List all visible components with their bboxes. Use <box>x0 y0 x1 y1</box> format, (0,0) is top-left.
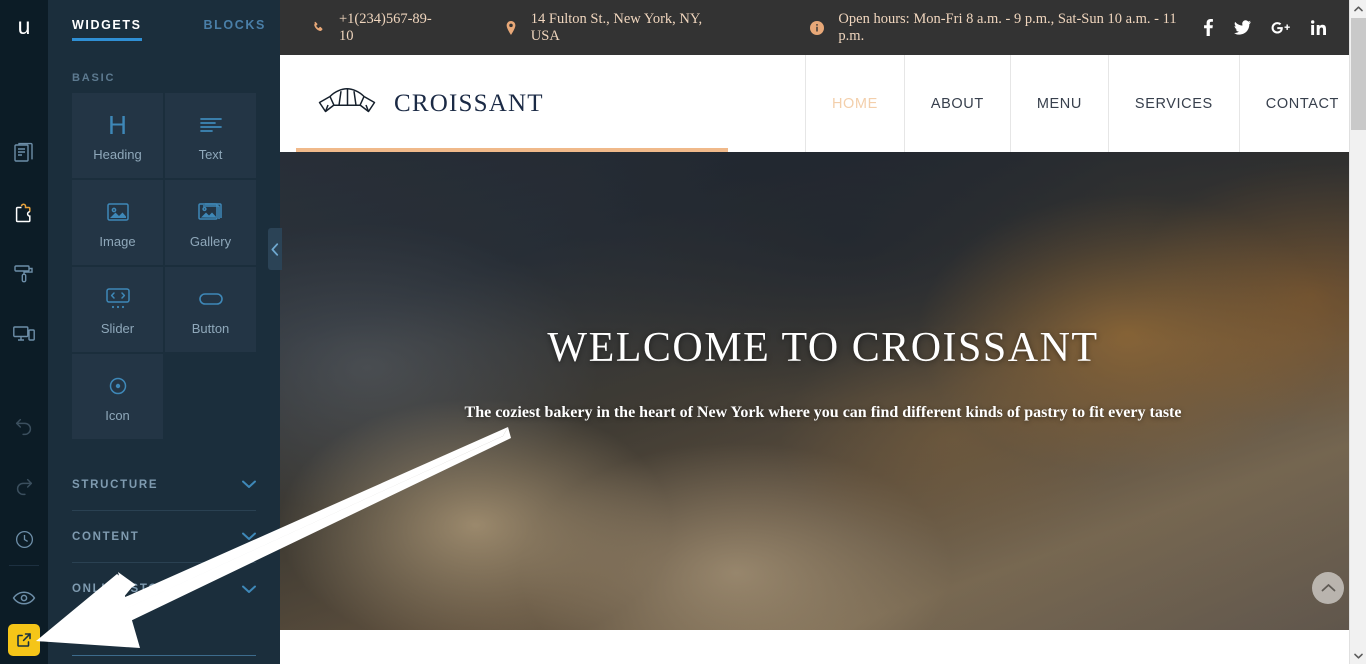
widgets-panel: WIDGETS BLOCKS BASIC H Heading Text Imag… <box>48 0 280 664</box>
topbar-address[interactable]: 14 Fulton St., New York, NY, USA <box>505 11 733 45</box>
facebook-icon[interactable] <box>1203 19 1214 36</box>
rail-divider <box>9 565 39 566</box>
tab-widgets[interactable]: WIDGETS <box>72 0 142 41</box>
widget-text[interactable]: Text <box>165 93 256 178</box>
widget-icon[interactable]: Icon <box>72 354 163 439</box>
hero-content: WELCOME TO CROISSANT The coziest bakery … <box>280 152 1366 630</box>
preview-icon[interactable] <box>0 572 48 624</box>
chevron-down-icon <box>242 480 256 489</box>
topbar-phone[interactable]: +1(234)567-89-10 <box>312 11 445 45</box>
widget-heading[interactable]: H Heading <box>72 93 163 178</box>
hero-subtitle: The coziest bakery in the heart of New Y… <box>464 404 1182 421</box>
nav-item-menu[interactable]: MENU <box>1009 55 1108 152</box>
devices-icon[interactable] <box>0 304 48 364</box>
heading-icon: H <box>108 110 127 140</box>
widget-label: Text <box>198 147 223 162</box>
left-icon-rail: u <box>0 0 48 664</box>
gallery-icon <box>197 196 225 228</box>
accordion-label: CONTENT <box>72 530 140 543</box>
tab-blocks[interactable]: BLOCKS <box>204 0 266 32</box>
nav-item-contact[interactable]: CONTACT <box>1238 55 1366 152</box>
accordion-label: STRUCTURE <box>72 478 159 491</box>
page-scrollbar[interactable] <box>1349 0 1366 664</box>
widget-gallery[interactable]: Gallery <box>165 180 256 265</box>
info-icon <box>810 20 825 35</box>
chevron-down-icon <box>242 585 256 594</box>
accordion-label: ONLINE STORE <box>72 583 179 595</box>
panel-tab-bar: WIDGETS BLOCKS <box>48 0 280 46</box>
site-nav: HOME ABOUT MENU SERVICES CONTACT <box>804 55 1366 152</box>
slider-icon <box>103 283 133 315</box>
site-header: CROISSANT HOME ABOUT MENU SERVICES CONTA… <box>280 55 1366 152</box>
hero-title: WELCOME TO CROISSANT <box>547 325 1099 371</box>
widget-label: Icon <box>105 408 130 423</box>
nav-item-about[interactable]: ABOUT <box>903 55 1010 152</box>
widget-button[interactable]: Button <box>165 267 256 352</box>
scroll-up-arrow-icon[interactable] <box>1350 0 1366 17</box>
linkedin-icon[interactable] <box>1311 20 1326 35</box>
accordion-structure[interactable]: STRUCTURE <box>72 459 256 511</box>
hero-section: WELCOME TO CROISSANT The coziest bakery … <box>280 152 1366 630</box>
chevron-down-icon <box>242 532 256 541</box>
panel-accordion: STRUCTURE CONTENT ONLINE STORE Search EX… <box>48 459 280 664</box>
nav-item-services[interactable]: SERVICES <box>1107 55 1239 152</box>
phone-icon <box>312 21 325 34</box>
widget-label: Button <box>191 321 230 336</box>
scroll-to-top-button[interactable] <box>1312 572 1344 604</box>
publish-button[interactable] <box>8 624 40 656</box>
widget-image[interactable]: Image <box>72 180 163 265</box>
widgets-icon[interactable] <box>0 184 48 244</box>
widget-label: Image <box>99 234 136 249</box>
widget-grid: H Heading Text Image Gallery Slider Butt… <box>48 93 280 439</box>
icon-icon <box>106 370 130 402</box>
croissant-logo-icon <box>316 86 378 122</box>
twitter-icon[interactable] <box>1234 20 1251 35</box>
panel-collapse-handle[interactable] <box>268 228 282 270</box>
app-root: u WIDGETS BLOCKS BASIC H Heading Text Im… <box>0 0 1366 664</box>
accordion-content[interactable]: CONTENT <box>72 511 256 563</box>
brand-name: CROISSANT <box>394 89 544 117</box>
undo-icon[interactable] <box>0 397 48 457</box>
button-icon <box>196 283 226 315</box>
topbar-social-links <box>1203 19 1326 36</box>
site-canvas: +1(234)567-89-10 14 Fulton St., New York… <box>280 0 1366 664</box>
widget-label: Gallery <box>189 234 232 249</box>
text-icon <box>198 109 224 141</box>
pages-icon[interactable] <box>0 124 48 184</box>
nav-item-home[interactable]: HOME <box>804 55 904 152</box>
widget-slider[interactable]: Slider <box>72 267 163 352</box>
brand[interactable]: CROISSANT <box>280 86 544 122</box>
design-icon[interactable] <box>0 244 48 304</box>
widget-label: Slider <box>100 321 135 336</box>
location-pin-icon <box>505 20 517 35</box>
accordion-external[interactable]: EXTERNAL <box>72 655 256 664</box>
online-store-search-item[interactable]: Search <box>72 615 256 655</box>
accordion-online-store[interactable]: ONLINE STORE <box>72 563 256 615</box>
scroll-down-arrow-icon[interactable] <box>1350 647 1366 664</box>
google-plus-icon[interactable] <box>1271 21 1291 35</box>
redo-icon[interactable] <box>0 457 48 517</box>
app-logo[interactable]: u <box>0 0 48 52</box>
panel-section-basic-label: BASIC <box>72 72 116 84</box>
topbar-hours[interactable]: Open hours: Mon-Fri 8 a.m. - 9 p.m., Sat… <box>810 11 1203 45</box>
scrollbar-thumb[interactable] <box>1351 18 1366 130</box>
topbar-hours-text: Open hours: Mon-Fri 8 a.m. - 9 p.m., Sat… <box>838 10 1177 44</box>
history-icon[interactable] <box>0 517 48 561</box>
topbar-address-text: 14 Fulton St., New York, NY, USA <box>530 10 703 44</box>
site-topbar: +1(234)567-89-10 14 Fulton St., New York… <box>280 0 1366 55</box>
image-icon <box>105 196 131 228</box>
widget-label: Heading <box>93 147 142 162</box>
topbar-phone-text: +1(234)567-89-10 <box>339 10 432 44</box>
